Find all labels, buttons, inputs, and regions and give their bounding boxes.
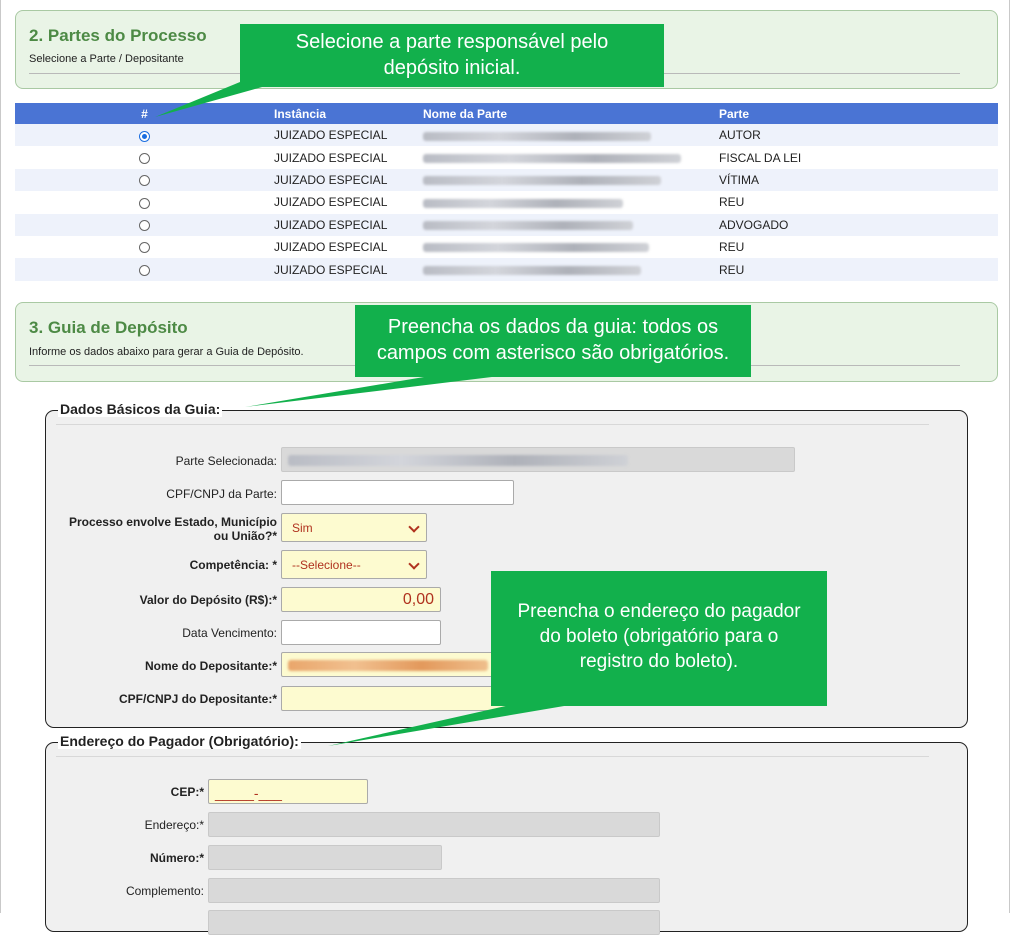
callout-line: registro do boleto). <box>579 651 739 672</box>
callout-pointer-3 <box>328 705 570 746</box>
callout-pointer-2 <box>245 376 500 407</box>
callout-line: Preencha o endereço do pagador <box>517 601 801 622</box>
callout-fill-address: Preencha o endereço do pagador do boleto… <box>491 571 827 706</box>
callout-select-party: Selecione a parte responsável pelo depós… <box>240 24 664 87</box>
callout-fill-guia: Preencha os dados da guia: todos os camp… <box>355 305 751 377</box>
callout-line: Preencha os dados da guia: todos os <box>387 316 719 338</box>
callout-pointer-1 <box>155 82 280 117</box>
next-address-field <box>208 910 660 935</box>
callout-line: campos com asterisco são obrigatórios. <box>376 342 730 364</box>
callout-line: depósito inicial. <box>383 57 521 79</box>
callout-line: Selecione a parte responsável pelo <box>295 31 609 53</box>
callout-pointers <box>155 82 570 746</box>
callout-line: do boleto (obrigatório para o <box>539 626 779 647</box>
